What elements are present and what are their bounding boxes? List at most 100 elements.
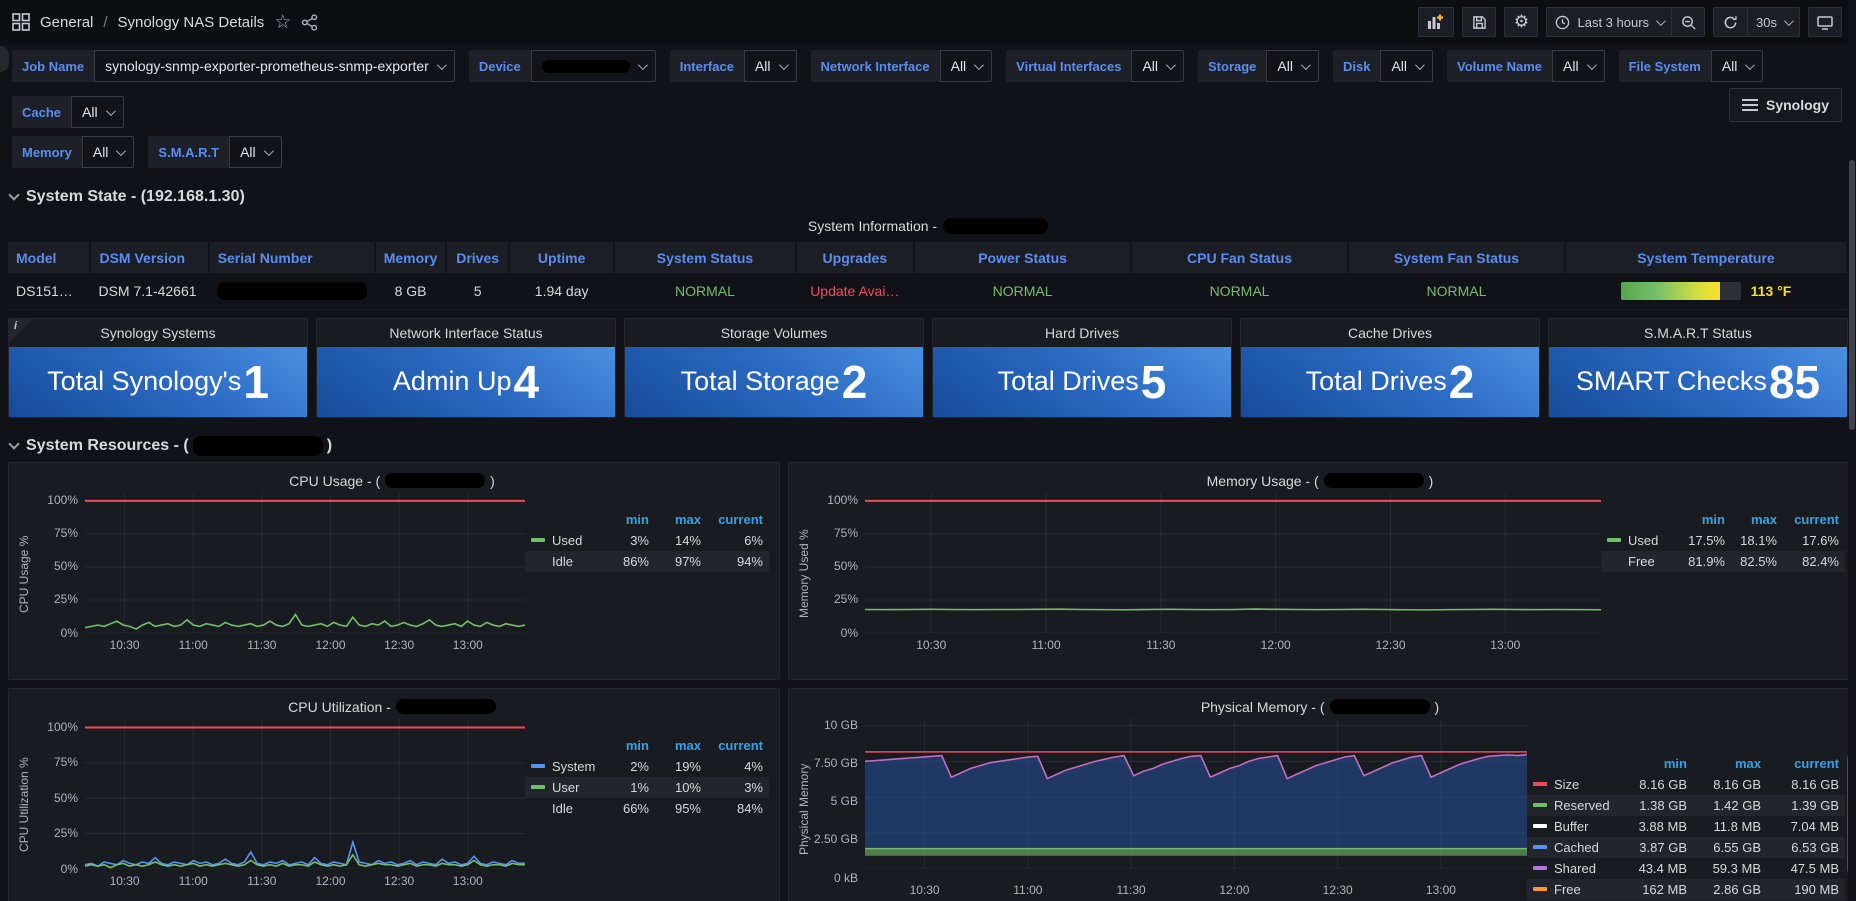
star-icon[interactable]: ☆: [274, 11, 291, 34]
legend-value-max: 1.42 GB: [1693, 795, 1767, 816]
legend-series-name[interactable]: User: [525, 777, 603, 798]
x-tick: 12:00: [1219, 883, 1249, 897]
panel-title[interactable]: CPU Usage - (): [15, 469, 769, 493]
share-icon[interactable]: [301, 14, 318, 31]
tv-mode-button[interactable]: [1808, 7, 1842, 37]
system-information-title[interactable]: System Information -: [8, 214, 1848, 242]
panel-title[interactable]: Memory Usage - (): [795, 469, 1845, 493]
stat-panel-title[interactable]: S.M.A.R.T Status: [1549, 319, 1847, 347]
settings-gear-button[interactable]: ⚙: [1504, 7, 1538, 37]
legend-value-max: 97%: [655, 551, 707, 572]
filter-value-dropdown[interactable]: All: [1380, 50, 1433, 82]
legend-series-name[interactable]: Idle: [525, 798, 603, 819]
legend-series-label: Shared: [1554, 861, 1596, 876]
legend-series-name[interactable]: Free: [1527, 879, 1619, 900]
refresh-button[interactable]: [1713, 7, 1747, 37]
filter-value-dropdown[interactable]: All: [229, 136, 282, 168]
legend-column-current: current: [707, 735, 769, 756]
breadcrumb-section[interactable]: General: [40, 14, 93, 31]
panel-title[interactable]: Physical Memory - (): [795, 695, 1845, 719]
legend-series-name[interactable]: System: [525, 756, 603, 777]
synology-menu-button[interactable]: Synology: [1729, 88, 1842, 122]
page-scrollbar[interactable]: [1848, 0, 1856, 901]
cell-upgrades: Update Avai…: [796, 273, 915, 309]
y-tick: 0%: [61, 862, 78, 876]
redacted-value: [542, 60, 630, 73]
column-header-memory[interactable]: Memory: [375, 242, 447, 273]
filter-value-dropdown[interactable]: All: [1131, 50, 1184, 82]
y-axis-label: Physical Memory: [795, 719, 813, 900]
chart-body: Physical Memory0 kB2.50 GB5 GB7.50 GB10 …: [795, 719, 1845, 900]
stat-panels-row: Synology SystemsTotal Synology's1iNetwor…: [8, 318, 1848, 418]
stat-panel-s-m-a-r-t-status: S.M.A.R.T StatusSMART Checks85: [1548, 318, 1848, 418]
stat-panel-title[interactable]: Hard Drives: [933, 319, 1231, 347]
legend-series-name[interactable]: Shared: [1527, 858, 1619, 879]
stat-value: 5: [1141, 359, 1167, 405]
stat-panel-title[interactable]: Cache Drives: [1241, 319, 1539, 347]
stat-panel-title[interactable]: Synology Systems: [9, 319, 307, 347]
x-tick: 13:00: [453, 874, 483, 888]
filter-value-dropdown[interactable]: [531, 50, 656, 82]
add-panel-button[interactable]: [1418, 7, 1454, 37]
section-system-resources[interactable]: System Resources - ( ): [0, 428, 1856, 462]
x-tick: 12:30: [1375, 638, 1405, 652]
dashboards-grid-icon[interactable]: [12, 13, 30, 31]
section-system-state[interactable]: System State - (192.168.1.30): [0, 180, 1856, 212]
column-header-power-status[interactable]: Power Status: [914, 242, 1131, 273]
legend-value-min: 17.5%: [1679, 530, 1731, 551]
legend-series-name[interactable]: Used: [1601, 530, 1679, 551]
y-tick: 100%: [47, 493, 78, 507]
legend-header-blank: [1601, 509, 1679, 530]
filter-label: File System: [1619, 50, 1711, 82]
column-header-drives[interactable]: Drives: [446, 242, 508, 273]
stat-panel-title[interactable]: Network Interface Status: [317, 319, 615, 347]
scrollbar-thumb[interactable]: [1849, 160, 1855, 430]
y-tick: 5 GB: [831, 794, 858, 808]
legend-series-name[interactable]: Size: [1527, 774, 1619, 795]
legend: minmaxcurrentUsed17.5%18.1%17.6%Free81.9…: [1601, 509, 1845, 572]
y-tick: 0 kB: [834, 871, 858, 885]
zoom-out-button[interactable]: [1671, 7, 1705, 37]
legend-value-current: 6.53 GB: [1767, 837, 1845, 858]
legend-series-name[interactable]: Cached: [1527, 837, 1619, 858]
time-range-picker[interactable]: Last 3 hours: [1546, 7, 1671, 37]
filter-value-dropdown[interactable]: All: [1266, 50, 1319, 82]
chevron-down-icon: [1784, 16, 1794, 26]
legend-series-name[interactable]: Used: [525, 530, 603, 551]
filter-value-dropdown[interactable]: All: [1552, 50, 1605, 82]
legend-series-name[interactable]: Free: [1601, 551, 1679, 572]
filter-value-dropdown[interactable]: All: [744, 50, 797, 82]
column-header-serial-number[interactable]: Serial Number: [209, 242, 375, 273]
column-header-uptime[interactable]: Uptime: [509, 242, 615, 273]
column-header-system-temperature[interactable]: System Temperature: [1565, 242, 1847, 273]
legend-series-name[interactable]: Buffer: [1527, 816, 1619, 837]
filter-value-dropdown[interactable]: All: [940, 50, 993, 82]
filter-value-dropdown[interactable]: All: [82, 136, 135, 168]
column-header-cpu-fan-status[interactable]: CPU Fan Status: [1131, 242, 1348, 273]
column-header-system-fan-status[interactable]: System Fan Status: [1348, 242, 1565, 273]
x-tick: 11:00: [179, 638, 208, 652]
legend-header-blank: [1527, 753, 1619, 774]
legend-series-name[interactable]: Reserved: [1527, 795, 1619, 816]
filter-value-dropdown[interactable]: All: [71, 96, 124, 128]
legend-value-max: 11.8 MB: [1693, 816, 1767, 837]
refresh-interval-picker[interactable]: 30s: [1747, 7, 1800, 37]
cell-model: DS151…: [8, 273, 90, 309]
legend-series-label: Reserved: [1554, 798, 1610, 813]
series-color-swatch: [1533, 866, 1547, 870]
plot-zone: 0%25%50%75%100%10:3011:0011:3012:0012:30…: [33, 719, 525, 891]
save-dashboard-button[interactable]: [1462, 7, 1496, 37]
column-header-system-status[interactable]: System Status: [614, 242, 795, 273]
column-header-model[interactable]: Model: [8, 242, 90, 273]
filter-value-dropdown[interactable]: synology-snmp-exporter-prometheus-snmp-e…: [94, 50, 455, 82]
column-header-dsm-version[interactable]: DSM Version: [90, 242, 208, 273]
panel-title[interactable]: CPU Utilization -: [15, 695, 769, 719]
stat-panel-title[interactable]: Storage Volumes: [625, 319, 923, 347]
legend-series-name[interactable]: Idle: [525, 551, 603, 572]
info-corner-icon[interactable]: i: [9, 319, 33, 343]
column-header-upgrades[interactable]: Upgrades: [796, 242, 915, 273]
legend-column-max: max: [655, 735, 707, 756]
x-tick: 11:30: [247, 874, 276, 888]
legend-header-blank: [525, 509, 603, 530]
filter-value-dropdown[interactable]: All: [1711, 50, 1764, 82]
